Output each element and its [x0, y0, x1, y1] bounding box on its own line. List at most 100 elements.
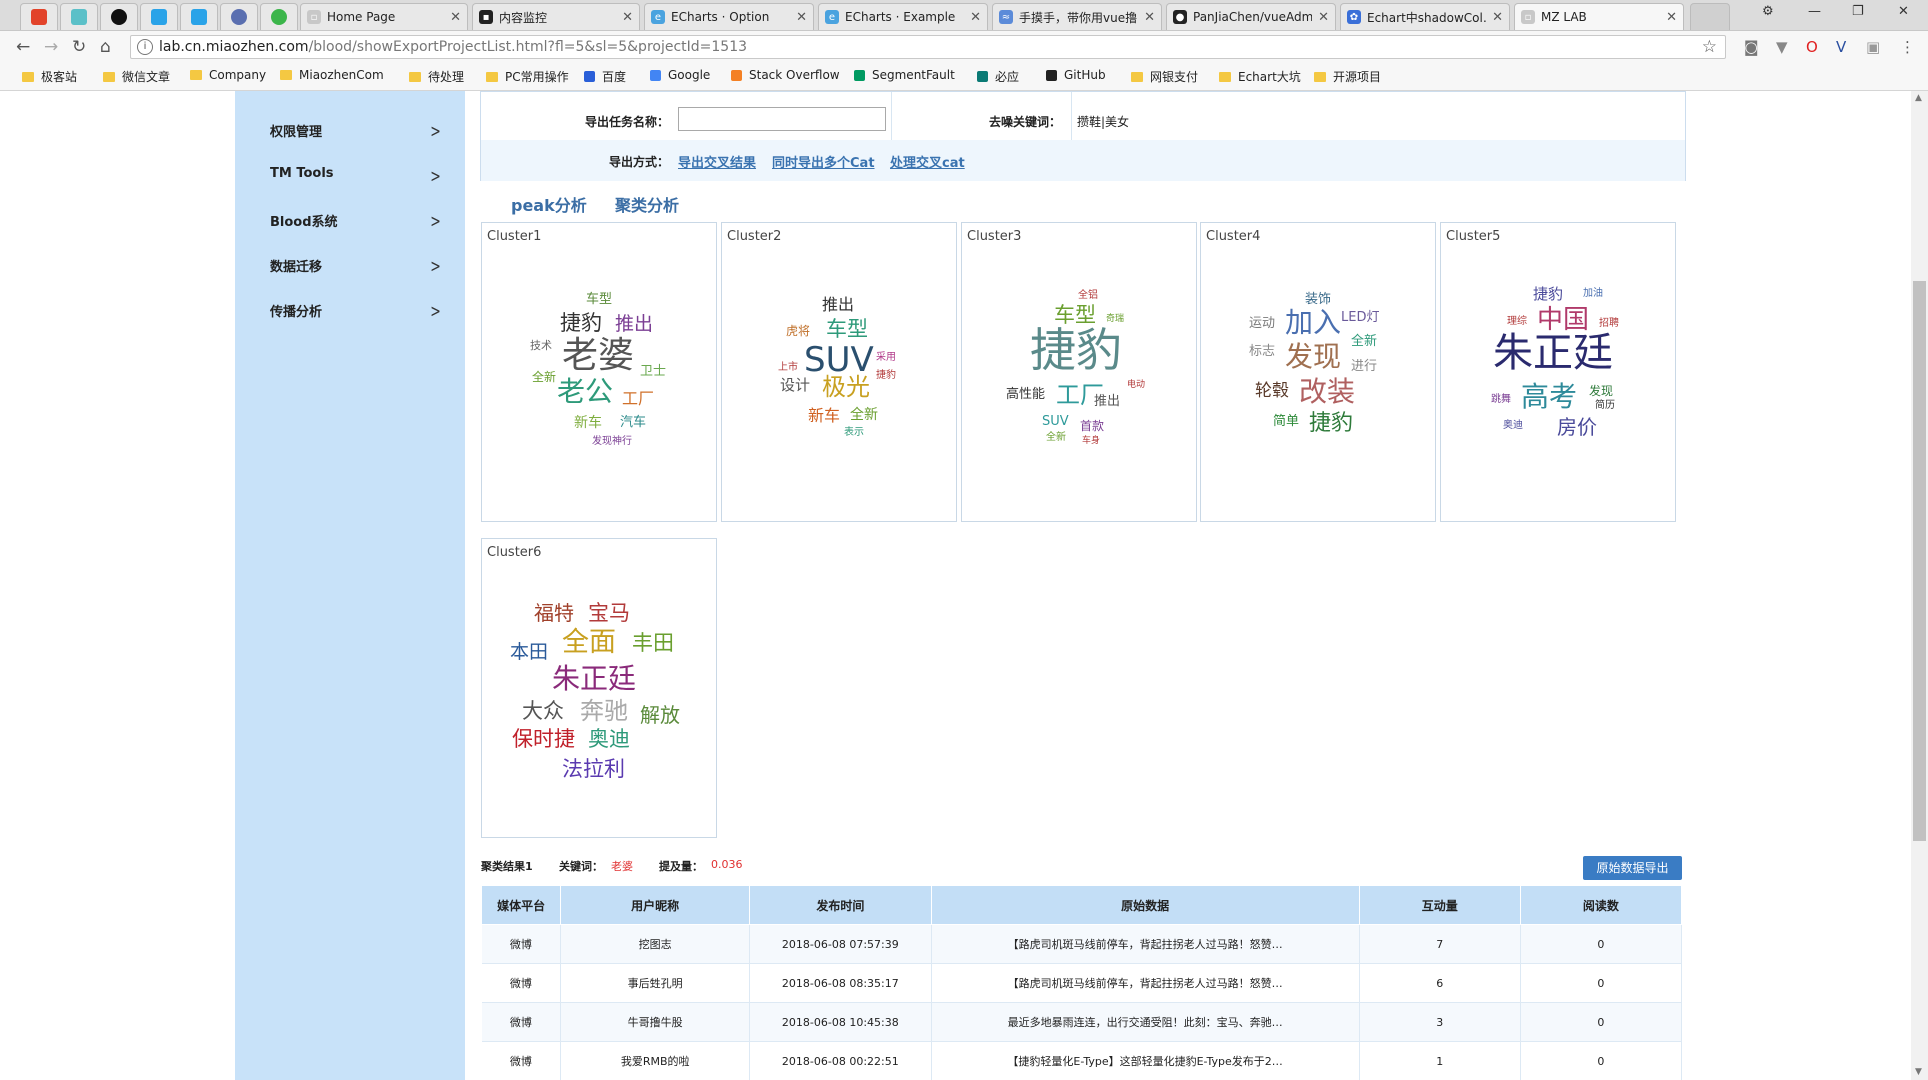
- export-multi-cat-link[interactable]: 同时导出多个Cat: [772, 152, 875, 171]
- word-cloud-term[interactable]: 改装: [1299, 378, 1355, 406]
- word-cloud-term[interactable]: 首款: [1080, 420, 1104, 432]
- word-cloud-term[interactable]: 全面: [562, 629, 616, 656]
- browser-tab[interactable]: ≈ 手摸手，带你用vue撸… ✕: [992, 3, 1162, 30]
- word-cloud-term[interactable]: 跳舞: [1491, 395, 1511, 405]
- menu-icon[interactable]: ⋮: [1900, 38, 1915, 56]
- tab-close-icon[interactable]: ✕: [1318, 10, 1329, 25]
- export-cross-result-link[interactable]: 导出交叉结果: [678, 152, 756, 171]
- bookmark-item[interactable]: PC常用操作: [486, 68, 569, 85]
- bookmark-star-icon[interactable]: ☆: [1702, 37, 1717, 57]
- word-cloud-term[interactable]: 加油: [1583, 289, 1603, 299]
- table-row[interactable]: 微博 事后甡孔明 2018-06-08 08:35:17 【路虎司机斑马线前停车，背起…: [481, 963, 1683, 1003]
- vertical-scrollbar[interactable]: ▲ ▼: [1911, 91, 1928, 1080]
- word-cloud-term[interactable]: 轮毂: [1255, 383, 1289, 400]
- word-cloud-term[interactable]: 保时捷: [512, 729, 575, 750]
- tab-close-icon[interactable]: ✕: [1492, 10, 1503, 25]
- word-cloud-term[interactable]: 招聘: [1599, 319, 1619, 329]
- word-cloud-term[interactable]: 推出: [822, 297, 854, 313]
- word-cloud-term[interactable]: 全铝: [1078, 291, 1098, 301]
- browser-tab[interactable]: ▪ 内容监控 ✕: [472, 3, 640, 30]
- bookmark-item[interactable]: 待处理: [409, 68, 464, 85]
- camera-icon[interactable]: ◙: [1744, 38, 1759, 56]
- site-info-icon[interactable]: i: [137, 39, 153, 55]
- tab-peak-analysis[interactable]: peak分析: [511, 192, 587, 216]
- bookmark-item[interactable]: 微信文章: [103, 68, 170, 85]
- minimize-icon[interactable]: —: [1808, 4, 1821, 19]
- word-cloud-term[interactable]: 车身: [1082, 437, 1100, 446]
- scroll-up-icon[interactable]: ▲: [1915, 93, 1922, 103]
- word-cloud-term[interactable]: 奔驰: [580, 699, 628, 723]
- extension-icon[interactable]: ▣: [1866, 38, 1880, 56]
- sidebar-item-blood[interactable]: Blood系统 >: [270, 211, 455, 235]
- tab-close-icon[interactable]: ✕: [970, 10, 981, 25]
- word-cloud-term[interactable]: 捷豹: [1030, 327, 1122, 373]
- column-header[interactable]: 互动量: [1358, 885, 1521, 925]
- sidebar-item-propagation[interactable]: 传播分析 >: [270, 301, 455, 325]
- word-cloud-term[interactable]: 宝马: [588, 603, 630, 624]
- opera-icon[interactable]: O: [1806, 38, 1818, 56]
- word-cloud-term[interactable]: 标志: [1249, 345, 1275, 358]
- word-cloud-term[interactable]: 丰田: [632, 633, 674, 654]
- word-cloud-term[interactable]: 理综: [1507, 317, 1527, 327]
- word-cloud-term[interactable]: 捷豹: [560, 313, 602, 334]
- word-cloud-term[interactable]: 简单: [1273, 415, 1299, 428]
- word-cloud-term[interactable]: 老婆: [562, 338, 634, 374]
- column-header[interactable]: 媒体平台: [480, 885, 562, 925]
- word-cloud-term[interactable]: 全新: [1046, 433, 1066, 443]
- pinned-tab-6[interactable]: [220, 3, 258, 30]
- table-row[interactable]: 微博 牛哥撸牛股 2018-06-08 10:45:38 最近多地暴雨连连，出行交通受…: [481, 1002, 1683, 1042]
- word-cloud-term[interactable]: 技术: [530, 340, 552, 351]
- new-tab-button[interactable]: [1690, 3, 1730, 30]
- word-cloud-term[interactable]: 电动: [1127, 381, 1145, 390]
- column-header[interactable]: 用户昵称: [560, 885, 751, 925]
- bookmark-item[interactable]: Google: [650, 68, 710, 82]
- word-cloud-term[interactable]: 全新: [850, 408, 878, 422]
- tab-close-icon[interactable]: ✕: [450, 10, 461, 25]
- tab-close-icon[interactable]: ✕: [1666, 10, 1677, 25]
- bookmark-item[interactable]: GitHub: [1046, 68, 1106, 82]
- pinned-tab-gitlab[interactable]: [20, 3, 58, 30]
- word-cloud-term[interactable]: 解放: [640, 705, 680, 725]
- pinned-tab-4[interactable]: [140, 3, 178, 30]
- browser-tab[interactable]: ● PanJiaChen/vueAdm… ✕: [1166, 3, 1336, 30]
- word-cloud-term[interactable]: SUV: [804, 343, 874, 377]
- pinned-tab-2[interactable]: [60, 3, 98, 30]
- reload-icon[interactable]: ↻: [72, 37, 86, 57]
- word-cloud-term[interactable]: 发现: [1589, 385, 1613, 397]
- sidebar-item-tm-tools[interactable]: TM Tools >: [270, 166, 455, 190]
- tab-close-icon[interactable]: ✕: [796, 10, 807, 25]
- word-cloud-term[interactable]: 车型: [586, 293, 612, 306]
- word-cloud-term[interactable]: 极光: [822, 375, 870, 399]
- bookmark-item[interactable]: Stack Overflow: [731, 68, 840, 82]
- word-cloud-term[interactable]: 加入: [1285, 309, 1341, 337]
- word-cloud-term[interactable]: 全新: [532, 371, 556, 383]
- forward-icon[interactable]: →: [44, 37, 58, 57]
- word-cloud-term[interactable]: 奥迪: [588, 729, 630, 750]
- column-header[interactable]: 发布时间: [749, 885, 932, 925]
- bookmark-item[interactable]: 开源项目: [1314, 68, 1381, 85]
- word-cloud-term[interactable]: 表示: [844, 428, 864, 438]
- task-name-input[interactable]: [678, 107, 886, 131]
- word-cloud-term[interactable]: 奥迪: [1503, 421, 1523, 431]
- back-icon[interactable]: ←: [16, 37, 30, 57]
- bookmark-item[interactable]: 必应: [977, 68, 1019, 85]
- raw-data-export-button[interactable]: 原始数据导出: [1583, 856, 1682, 880]
- word-cloud-term[interactable]: SUV: [1042, 415, 1069, 428]
- word-cloud-term[interactable]: 房价: [1557, 417, 1597, 437]
- word-cloud-term[interactable]: 新车: [808, 408, 840, 424]
- browser-tab[interactable]: ▫ Home Page ✕: [300, 3, 468, 30]
- bookmark-item[interactable]: Company: [190, 68, 266, 82]
- pinned-tab-3[interactable]: [100, 3, 138, 30]
- word-cloud-term[interactable]: 法拉利: [562, 759, 625, 780]
- word-cloud-term[interactable]: 捷豹: [1533, 287, 1563, 302]
- word-cloud-term[interactable]: 设计: [780, 378, 810, 393]
- word-cloud-term[interactable]: 工厂: [622, 391, 654, 407]
- word-cloud-term[interactable]: 朱正廷: [1493, 333, 1613, 373]
- word-cloud-term[interactable]: 进行: [1351, 360, 1377, 373]
- word-cloud-term[interactable]: 捷豹: [1309, 413, 1353, 435]
- word-cloud-term[interactable]: 老公: [557, 378, 613, 406]
- word-cloud-term[interactable]: 福特: [534, 603, 574, 623]
- browser-tab[interactable]: e ECharts · Option ✕: [644, 3, 814, 30]
- word-cloud-term[interactable]: LED灯: [1341, 311, 1379, 324]
- bookmark-item[interactable]: 极客站: [22, 68, 77, 85]
